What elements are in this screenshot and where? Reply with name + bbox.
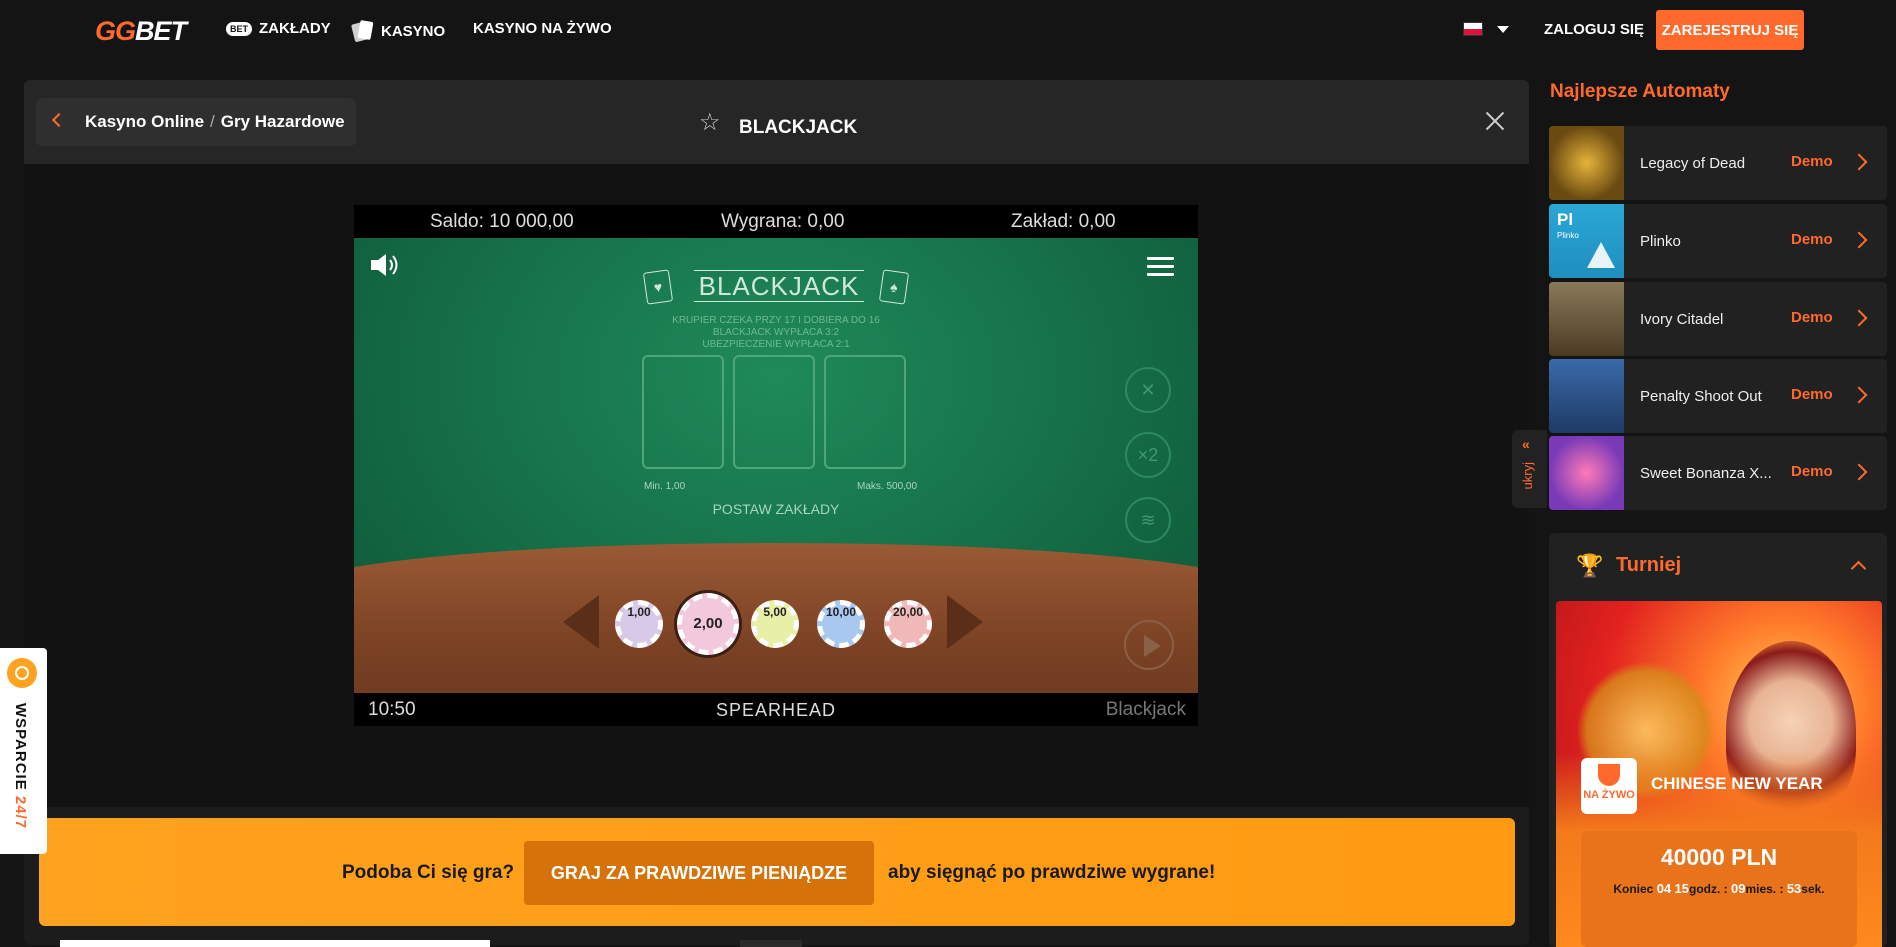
login-link[interactable]: ZALOGUJ SIĘ bbox=[1544, 21, 1644, 38]
demo-link[interactable]: Demo bbox=[1791, 231, 1833, 248]
real-money-banner: Podoba Ci się gra? GRAJ ZA PRAWDZIWE PIE… bbox=[39, 818, 1515, 926]
wygrana-label: Wygrana: bbox=[721, 211, 803, 232]
slot-thumbnail bbox=[1549, 126, 1624, 200]
support-icon bbox=[7, 658, 37, 688]
demo-link[interactable]: Demo bbox=[1791, 309, 1833, 326]
support-tab[interactable]: WSPARCIE 24/7 bbox=[0, 648, 47, 854]
promo-right-text: aby sięgnąć po prawdziwe wygrane! bbox=[888, 862, 1216, 883]
place-bets-prompt: POSTAW ZAKŁADY bbox=[712, 501, 840, 517]
chevron-right-icon[interactable] bbox=[1850, 231, 1868, 249]
nav-zaklady[interactable]: BET ZAKŁADY bbox=[226, 20, 331, 37]
logo[interactable]: GGBET bbox=[95, 16, 187, 47]
trophy-icon: 🏆 bbox=[1576, 553, 1604, 578]
slot-item[interactable]: Sweet Bonanza X... Demo bbox=[1549, 436, 1887, 510]
zaklad-value: 0,00 bbox=[1078, 211, 1116, 232]
slot-thumbnail bbox=[1549, 359, 1624, 433]
table-logo: BLACKJACK bbox=[694, 270, 864, 302]
tournament-panel: 🏆 Turniej NA ŻYWO CHINESE NEW YEAR 40000… bbox=[1549, 533, 1887, 947]
nav-kasyno[interactable]: KASYNO bbox=[351, 20, 445, 43]
heart-card-icon: ♥ bbox=[642, 269, 674, 305]
tournament-title: Turniej bbox=[1616, 554, 1682, 576]
language-flag-icon[interactable] bbox=[1463, 22, 1483, 36]
live-badge: NA ŻYWO bbox=[1581, 758, 1637, 814]
close-icon[interactable] bbox=[1484, 110, 1506, 132]
back-arrow-icon[interactable] bbox=[51, 112, 67, 128]
nav-kasyno-na-zywo[interactable]: KASYNO NA ŻYWO bbox=[473, 20, 612, 37]
saldo-label: Saldo: bbox=[430, 211, 484, 232]
favorite-star-icon[interactable]: ☆ bbox=[699, 108, 721, 137]
trophy-icon bbox=[1598, 764, 1620, 786]
demo-link[interactable]: Demo bbox=[1791, 463, 1833, 480]
deal-play-icon[interactable] bbox=[1124, 620, 1174, 670]
slot-thumbnail bbox=[1549, 436, 1624, 510]
tournament-name: CHINESE NEW YEAR bbox=[1651, 774, 1823, 793]
promo-left-text: Podoba Ci się gra? bbox=[342, 862, 515, 883]
rule-line: KRUPIER CZEKA PRZY 17 I DOBIERA DO 16 bbox=[672, 315, 880, 326]
blackjack-table[interactable]: ♥ BLACKJACK ♠ KRUPIER CZEKA PRZY 17 I DO… bbox=[354, 238, 1198, 693]
slot-item[interactable]: Penalty Shoot Out Demo bbox=[1549, 359, 1887, 433]
wygrana-value: 0,00 bbox=[807, 211, 845, 232]
zaklad-label: Zakład: bbox=[1011, 211, 1074, 232]
rule-line: UBEZPIECZENIE WYPŁACA 2:1 bbox=[702, 339, 850, 350]
chip-2[interactable]: 2,00 bbox=[677, 593, 739, 655]
tournament-banner[interactable]: NA ŻYWO CHINESE NEW YEAR 40000 PLN Konie… bbox=[1556, 601, 1882, 947]
game-top-bar: Saldo: 10 000,00 Wygrana: 0,00 Zakład: 0… bbox=[354, 205, 1198, 238]
slot-item[interactable]: Legacy of Dead Demo bbox=[1549, 126, 1887, 200]
chip-1[interactable]: 1,00 bbox=[615, 600, 663, 648]
chip-prev-arrow-icon[interactable] bbox=[563, 595, 599, 649]
footer-strip bbox=[60, 940, 490, 947]
bet-spot[interactable] bbox=[733, 355, 815, 469]
chevron-down-icon[interactable] bbox=[1497, 26, 1509, 33]
top-slots-title: Najlepsze Automaty bbox=[1550, 81, 1730, 102]
prize-box: 40000 PLN Koniec 04 15godz. : 09mies. : … bbox=[1581, 831, 1857, 947]
menu-icon[interactable] bbox=[1147, 257, 1174, 281]
chip-next-arrow-icon[interactable] bbox=[947, 595, 983, 649]
top-nav: GGBET BET ZAKŁADY KASYNO KASYNO NA ŻYWO … bbox=[0, 0, 1896, 60]
footer-strip bbox=[740, 940, 802, 947]
game-bottom-bar: 10:50 SPEARHEAD Blackjack bbox=[354, 693, 1198, 726]
slot-thumbnail: Pl Plinko bbox=[1549, 204, 1624, 278]
register-button[interactable]: ZAREJESTRUJ SIĘ bbox=[1656, 10, 1804, 50]
provider-logo: SPEARHEAD bbox=[715, 700, 837, 720]
bet-icon: BET bbox=[226, 21, 252, 36]
chevron-up-icon[interactable] bbox=[1850, 560, 1867, 577]
hide-sidebar-tab[interactable]: « ukryj bbox=[1512, 430, 1547, 508]
page-title: BLACKJACK bbox=[739, 117, 858, 138]
breadcrumb-gry-hazardowe[interactable]: Gry Hazardowe bbox=[221, 112, 345, 131]
play-real-money-button[interactable]: GRAJ ZA PRAWDZIWE PIENIĄDZE bbox=[524, 841, 874, 905]
chip-20[interactable]: 20,00 bbox=[884, 600, 932, 648]
slot-thumbnail bbox=[1549, 282, 1624, 356]
cards-icon bbox=[351, 20, 374, 43]
bet-spot[interactable] bbox=[824, 355, 906, 469]
chip-5[interactable]: 5,00 bbox=[751, 600, 799, 648]
demo-link[interactable]: Demo bbox=[1791, 153, 1833, 170]
game-frame[interactable]: Saldo: 10 000,00 Wygrana: 0,00 Zakład: 0… bbox=[354, 205, 1198, 726]
double-chevron-icon: « bbox=[1522, 436, 1530, 452]
spade-card-icon: ♠ bbox=[878, 269, 910, 305]
demo-link[interactable]: Demo bbox=[1791, 386, 1833, 403]
min-bet: Min. 1,00 bbox=[644, 481, 686, 492]
chip-10[interactable]: 10,00 bbox=[817, 600, 865, 648]
slot-item[interactable]: Pl Plinko Plinko Demo bbox=[1549, 204, 1887, 278]
clear-bets-button[interactable]: ✕ bbox=[1125, 367, 1171, 413]
pyramid-icon bbox=[1587, 242, 1615, 268]
prize-amount: 40000 PLN bbox=[1660, 844, 1778, 870]
game-name: Blackjack bbox=[1105, 699, 1186, 720]
saldo-value: 10 000,00 bbox=[489, 211, 574, 232]
breadcrumb[interactable]: Kasyno Online / Gry Hazardowe bbox=[36, 98, 356, 146]
breadcrumb-kasyno-online[interactable]: Kasyno Online bbox=[85, 112, 204, 131]
chevron-right-icon[interactable] bbox=[1850, 309, 1868, 327]
slot-item[interactable]: Ivory Citadel Demo bbox=[1549, 282, 1887, 356]
rebet-button[interactable]: ≋ bbox=[1125, 497, 1171, 543]
max-bet: Maks. 500,00 bbox=[857, 481, 918, 492]
bet-spot[interactable] bbox=[642, 355, 724, 469]
chevron-right-icon[interactable] bbox=[1850, 386, 1868, 404]
chevron-right-icon[interactable] bbox=[1850, 153, 1868, 171]
sound-icon[interactable] bbox=[369, 252, 403, 278]
countdown: Koniec 04 15godz. : 09mies. : 53sek. bbox=[1613, 881, 1825, 896]
rule-line: BLACKJACK WYPŁACA 3:2 bbox=[712, 327, 840, 338]
double-bets-button[interactable]: ×2 bbox=[1125, 432, 1171, 478]
chevron-right-icon[interactable] bbox=[1850, 463, 1868, 481]
